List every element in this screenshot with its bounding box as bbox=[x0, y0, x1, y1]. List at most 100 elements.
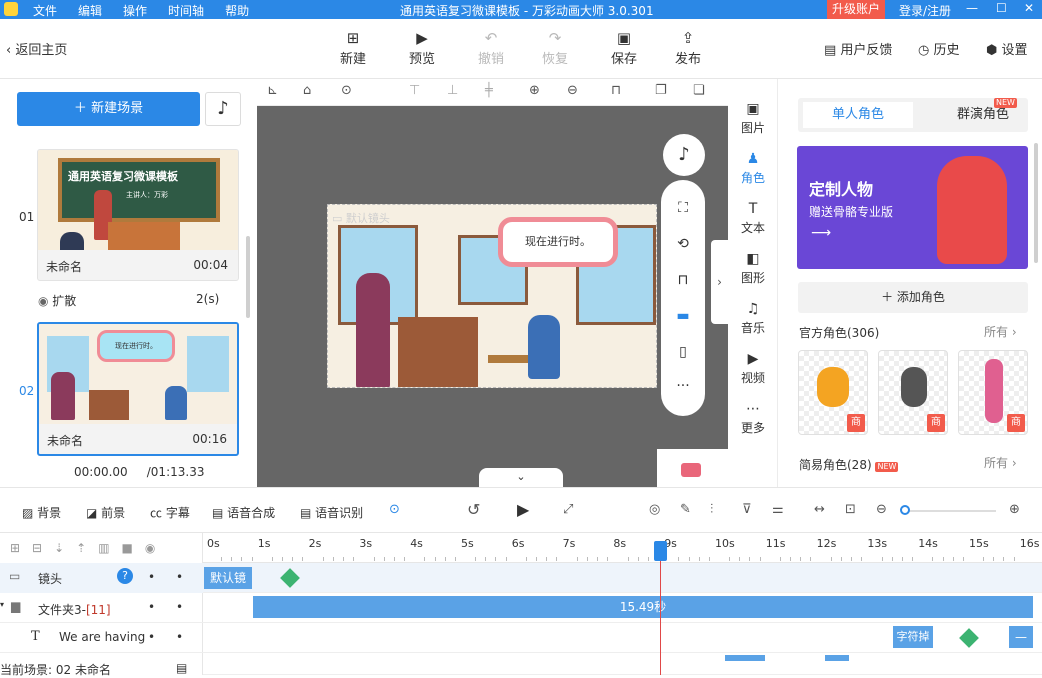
timeline-zoom-slider[interactable] bbox=[904, 510, 996, 512]
text-effect-clip[interactable]: 字符掉 bbox=[893, 626, 933, 648]
redo-button[interactable]: ↷ 恢复 bbox=[535, 28, 575, 67]
new-scene-button[interactable]: ＋ 新建场景 bbox=[17, 92, 200, 126]
camera-track[interactable]: 默认镜 bbox=[203, 563, 1042, 593]
collapse-clip-icon[interactable]: — bbox=[1009, 626, 1033, 648]
next-track[interactable] bbox=[203, 653, 1042, 675]
menu-timeline[interactable]: 时间轴 bbox=[168, 2, 204, 19]
adjust-icon[interactable]: ⚌ bbox=[772, 502, 784, 517]
lock-icon[interactable]: ⊓ bbox=[661, 272, 705, 288]
feedback-button[interactable]: ▤ 用户反馈 bbox=[824, 39, 892, 58]
speech-recognition-button[interactable]: ▤ 语音识别 bbox=[300, 504, 363, 521]
minimize-icon[interactable]: — bbox=[966, 1, 978, 15]
piano-shape[interactable] bbox=[398, 317, 478, 387]
back-home-button[interactable]: ‹ 返回主页 bbox=[6, 39, 67, 58]
collapse-panel-button[interactable]: › bbox=[711, 240, 728, 324]
simple-all-link[interactable]: 所有 › bbox=[984, 454, 1017, 471]
help-icon[interactable]: ? bbox=[117, 568, 133, 584]
login-link[interactable]: 登录/注册 bbox=[899, 2, 951, 19]
character-card-clown[interactable]: 商 bbox=[958, 350, 1028, 435]
settings-button[interactable]: ⬢ 设置 bbox=[986, 39, 1028, 58]
thumbnail-preview[interactable] bbox=[657, 449, 728, 487]
screen-icon[interactable]: ▬ bbox=[661, 308, 705, 324]
stage-frame[interactable]: 现在进行时。 bbox=[327, 204, 657, 388]
new-button[interactable]: ⊞ 新建 bbox=[333, 28, 373, 67]
tab-characters[interactable]: ♟ 角色 bbox=[728, 151, 778, 186]
unlock-icon[interactable]: ⊓ bbox=[611, 83, 621, 98]
play-icon[interactable]: ▶ bbox=[517, 500, 529, 519]
maximize-icon[interactable]: ☐ bbox=[996, 1, 1007, 15]
notes-icon[interactable]: ▤ bbox=[176, 661, 187, 675]
visibility-dot-icon[interactable]: • bbox=[148, 570, 155, 584]
camera-track-header[interactable]: ▭ 镜头 ? • • bbox=[0, 563, 203, 593]
canvas-music-button[interactable]: ♪ bbox=[663, 134, 705, 176]
undo-button[interactable]: ↶ 撤销 bbox=[471, 28, 511, 67]
zoom-in-timeline-icon[interactable]: ⊕ bbox=[1009, 502, 1020, 517]
character-card-cat[interactable]: 商 bbox=[878, 350, 948, 435]
scene-scrollbar[interactable] bbox=[246, 236, 250, 318]
fit-width-icon[interactable]: ↔ bbox=[814, 502, 825, 517]
menu-file[interactable]: 文件 bbox=[33, 2, 57, 19]
visibility-dot-icon[interactable]: • bbox=[148, 600, 155, 614]
tab-images[interactable]: ▣ 图片 bbox=[728, 101, 778, 136]
copy-icon[interactable]: ❐ bbox=[655, 83, 667, 98]
zoom-out-timeline-icon[interactable]: ⊖ bbox=[876, 502, 887, 517]
custom-character-banner[interactable]: 定制人物 赠送骨骼专业版 ⟶ bbox=[797, 146, 1028, 269]
background-button[interactable]: ▨ 背景 bbox=[22, 504, 61, 521]
upgrade-button[interactable]: 升级账户 bbox=[827, 0, 885, 19]
filter-icon[interactable]: ⊽ bbox=[742, 502, 752, 517]
close-icon[interactable]: ✕ bbox=[1024, 1, 1034, 15]
align-bottom-icon[interactable]: ⊥ bbox=[447, 83, 458, 98]
text-track[interactable]: 字符掉 — bbox=[203, 623, 1042, 653]
expand-timeline-button[interactable]: ⌄ bbox=[479, 468, 563, 487]
playhead-line[interactable] bbox=[660, 541, 661, 675]
tab-video[interactable]: ▶ 视频 bbox=[728, 351, 778, 386]
official-all-link[interactable]: 所有 › bbox=[984, 323, 1017, 340]
more-circle-icon[interactable]: ⊙ bbox=[389, 502, 400, 517]
teacher-character[interactable] bbox=[356, 273, 390, 387]
zoom-out-icon[interactable]: ⊖ bbox=[567, 83, 578, 98]
tts-button[interactable]: ▤ 语音合成 bbox=[212, 504, 275, 521]
track-tool-icons[interactable]: ⊞⊟⇣⇡▥■◉ bbox=[10, 541, 167, 555]
tab-more[interactable]: ⋯ 更多 bbox=[728, 401, 778, 436]
ruler-icon[interactable]: ⊾ bbox=[267, 83, 278, 98]
camera-clip[interactable]: 默认镜 bbox=[204, 567, 252, 589]
subtitle-button[interactable]: ㏄ 字幕 bbox=[150, 504, 190, 521]
menu-edit[interactable]: 编辑 bbox=[78, 2, 102, 19]
save-button[interactable]: ▣ 保存 bbox=[604, 28, 644, 67]
home-icon[interactable]: ⌂ bbox=[303, 83, 311, 98]
preview-button[interactable]: ▶ 预览 bbox=[402, 28, 442, 67]
folder-track[interactable]: 15.49秒 bbox=[203, 593, 1042, 623]
panel-scrollbar[interactable] bbox=[1034, 143, 1038, 263]
lock-dot-icon[interactable]: • bbox=[176, 630, 183, 644]
scene-music-button[interactable]: ♪ bbox=[205, 92, 241, 126]
character-card-lion[interactable]: 商 bbox=[798, 350, 868, 435]
tab-single-character[interactable]: 单人角色 bbox=[803, 102, 913, 128]
paste-icon[interactable]: ❏ bbox=[693, 83, 705, 98]
edit-icon[interactable]: ✎ bbox=[680, 502, 691, 517]
more-icon[interactable]: ··· bbox=[661, 378, 705, 394]
tab-text[interactable]: T 文本 bbox=[728, 201, 778, 236]
ratio-icon[interactable]: ⊡ bbox=[845, 502, 856, 517]
tab-music[interactable]: ♫ 音乐 bbox=[728, 301, 778, 336]
align-top-icon[interactable]: ⊤ bbox=[409, 83, 420, 98]
playhead-handle[interactable] bbox=[654, 541, 667, 561]
scene-thumb-2[interactable]: 现在进行时。 未命名 00:16 bbox=[37, 322, 239, 456]
folder-clip[interactable]: 15.49秒 bbox=[253, 596, 1033, 618]
publish-button[interactable]: ⇪ 发布 bbox=[668, 28, 708, 67]
rotate-icon[interactable]: ⟲ bbox=[661, 236, 705, 252]
zoom-slider-handle[interactable] bbox=[900, 505, 910, 515]
replay-icon[interactable]: ↺ bbox=[467, 500, 480, 519]
fit-screen-icon[interactable]: ⛶ bbox=[661, 200, 705, 216]
add-keyframe-icon[interactable] bbox=[280, 568, 300, 588]
more-circle-icon[interactable]: ⊙ bbox=[341, 83, 352, 98]
lock-dot-icon[interactable]: • bbox=[176, 570, 183, 584]
menu-operate[interactable]: 操作 bbox=[123, 2, 147, 19]
student-character[interactable] bbox=[528, 315, 560, 379]
split-icon[interactable]: ⫶ bbox=[710, 502, 713, 517]
lock-dot-icon[interactable]: • bbox=[176, 600, 183, 614]
text-track-header[interactable]: T We are having • • bbox=[0, 623, 203, 653]
tab-shapes[interactable]: ◧ 图形 bbox=[728, 251, 778, 286]
align-center-icon[interactable]: ╪ bbox=[485, 83, 493, 98]
folder-track-header[interactable]: ▾ ▆ 文件夹3-[11] • • bbox=[0, 593, 203, 623]
history-button[interactable]: ◷ 历史 bbox=[918, 39, 960, 58]
